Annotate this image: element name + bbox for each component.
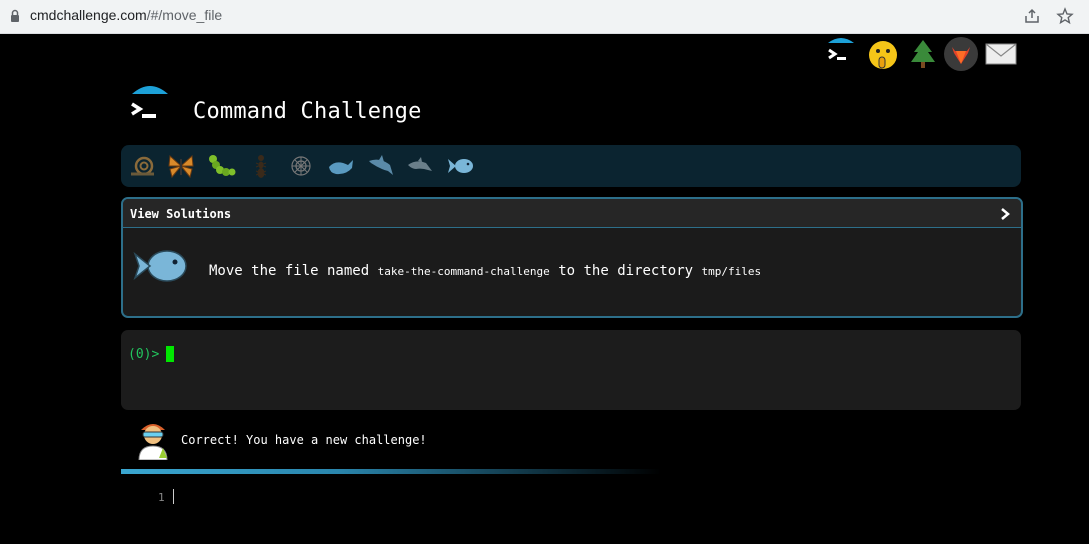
snail-icon[interactable] [128,151,158,181]
whale-icon[interactable] [326,151,356,181]
challenge-panel: View Solutions Move the file named take-… [121,197,1023,318]
url-path: /#/move_file [146,7,223,23]
butterfly-icon[interactable] [166,151,196,181]
task-prefix: Move the file named [209,263,370,279]
envelope-icon[interactable] [984,37,1018,71]
task-dir: tmp/files [701,265,762,278]
task-description: Move the file named take-the-command-cha… [209,263,761,279]
task-file: take-the-command-challenge [377,265,550,278]
task-middle: to the directory [558,263,694,279]
ant-icon[interactable] [246,151,276,181]
terminal-logo-icon[interactable] [824,37,858,71]
progress-bar [121,469,661,474]
address-bar[interactable]: cmdchallenge.com/#/move_file [0,0,1089,34]
shark-icon[interactable] [366,151,396,181]
editor-cursor[interactable] [173,489,174,504]
shush-face-icon[interactable] [866,37,900,71]
terminal-cursor [166,346,174,362]
share-icon[interactable] [1024,8,1040,24]
url-text[interactable]: cmdchallenge.com/#/move_file [30,7,222,23]
fish-level-icon [133,250,187,282]
gitlab-icon[interactable] [944,37,978,71]
url-host: cmdchallenge.com [30,7,147,23]
status-message: Correct! You have a new challenge! [181,433,427,447]
tree-icon[interactable] [906,37,940,71]
view-solutions-label: View Solutions [130,207,232,221]
page-title: Command Challenge [193,99,422,124]
line-number: 1 [158,491,165,504]
caterpillar-icon[interactable] [206,151,236,181]
star-icon[interactable] [1056,7,1074,25]
fish-icon[interactable] [446,151,476,181]
dolphin-icon[interactable] [406,151,436,181]
view-solutions-header[interactable]: View Solutions [123,199,1021,228]
level-bar [121,145,1021,187]
lock-icon [11,9,19,22]
terminal-prompt: (0)> [128,347,160,362]
chevron-right-icon[interactable] [999,208,1011,220]
scientist-avatar-icon [138,424,168,460]
web-icon[interactable] [286,151,316,181]
terminal-input[interactable]: (0)> [121,330,1021,410]
site-logo-icon[interactable] [128,84,172,128]
